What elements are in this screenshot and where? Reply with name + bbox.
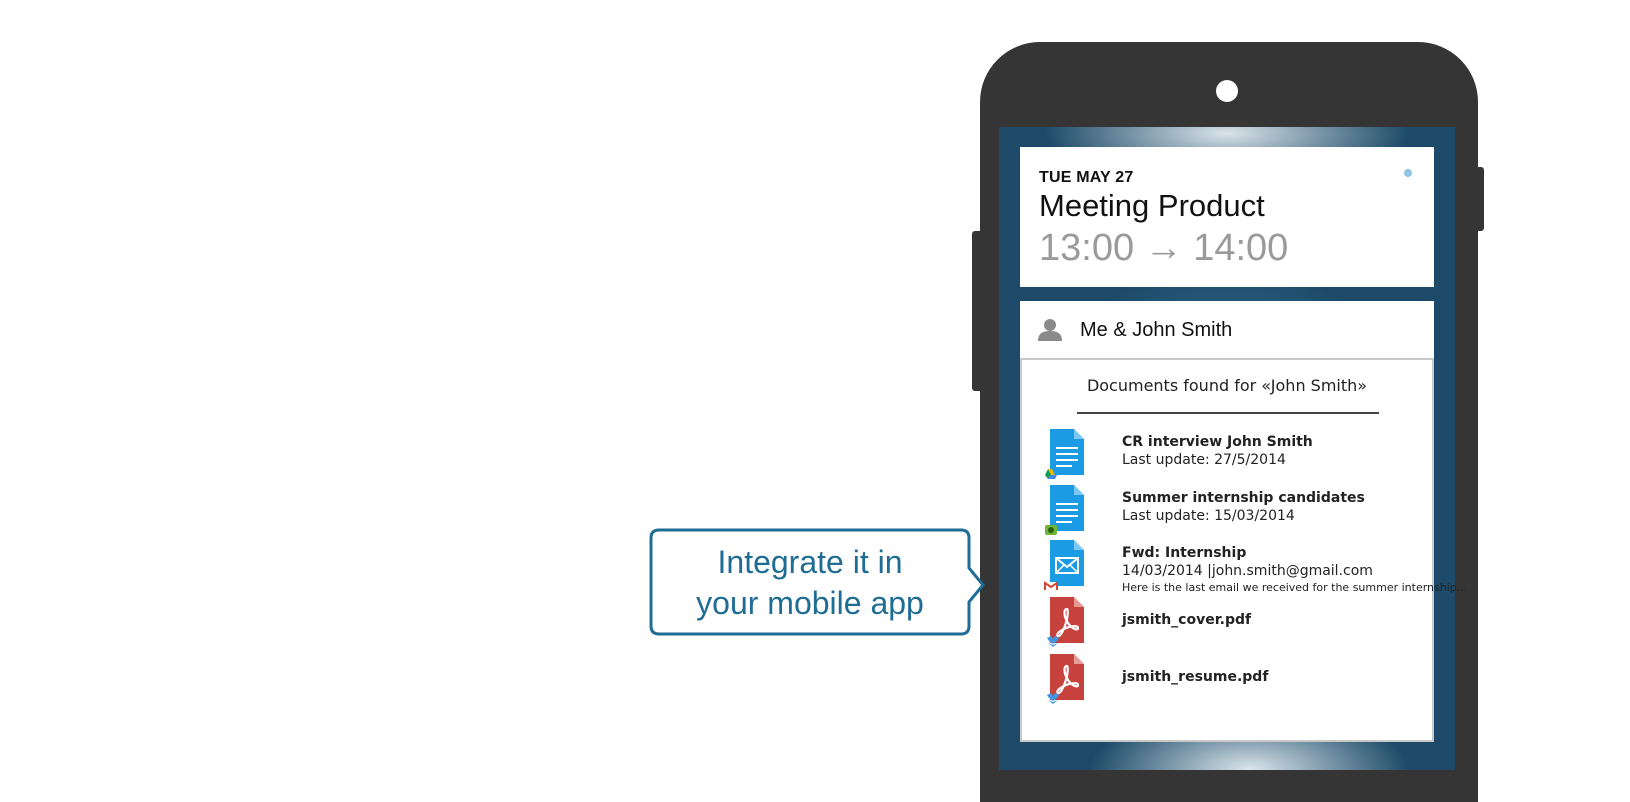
document-item[interactable]: jsmith_resume.pdf (1044, 654, 1424, 706)
document-name: jsmith_cover.pdf (1122, 612, 1252, 628)
document-item[interactable]: Summer internship candidates Last update… (1044, 485, 1424, 537)
document-item[interactable]: CR interview John Smith Last update: 27/… (1044, 429, 1424, 481)
gmail-icon (1044, 581, 1058, 590)
email-icon (1044, 540, 1084, 590)
pdf-icon (1047, 597, 1084, 647)
attendee-label: Me & John Smith (1080, 319, 1233, 341)
callout-line-1: Integrate it in (717, 544, 903, 580)
callout-line-2: your mobile app (696, 585, 924, 621)
event-title: Meeting Product (1039, 188, 1265, 223)
document-meta: Last update: 27/5/2014 (1122, 452, 1286, 468)
google-doc-icon (1045, 485, 1084, 535)
document-meta: Last update: 15/03/2014 (1122, 508, 1295, 524)
document-snippet: Here is the last email we received for t… (1122, 581, 1468, 594)
front-camera (1216, 80, 1238, 102)
document-name: CR interview John Smith (1122, 434, 1313, 450)
document-name: Fwd: Internship (1122, 545, 1247, 561)
documents-panel: Documents found for «John Smith» CR inte… (1020, 358, 1467, 742)
documents-divider (1077, 412, 1379, 414)
callout-text: Integrate it in your mobile app (650, 542, 970, 624)
document-item[interactable]: jsmith_cover.pdf (1044, 597, 1424, 649)
document-meta: 14/03/2014 |john.smith@gmail.com (1122, 563, 1373, 579)
document-item[interactable]: Fwd: Internship 14/03/2014 |john.smith@g… (1044, 540, 1467, 594)
google-doc-icon (1045, 429, 1084, 479)
status-dot (1404, 169, 1412, 177)
event-date: TUE MAY 27 (1039, 169, 1134, 186)
event-time: 13:00 → 14:00 (1039, 227, 1289, 269)
event-card[interactable]: TUE MAY 27 Meeting Product 13:00 → 14:00 (1020, 147, 1434, 287)
document-name: jsmith_resume.pdf (1122, 669, 1269, 685)
document-name: Summer internship candidates (1122, 490, 1365, 506)
documents-title: Documents found for «John Smith» (1086, 376, 1368, 395)
attendee-row[interactable]: Me & John Smith (1020, 301, 1434, 358)
evernote-icon (1045, 525, 1057, 535)
pdf-icon (1047, 654, 1084, 704)
person-icon (1038, 319, 1062, 341)
